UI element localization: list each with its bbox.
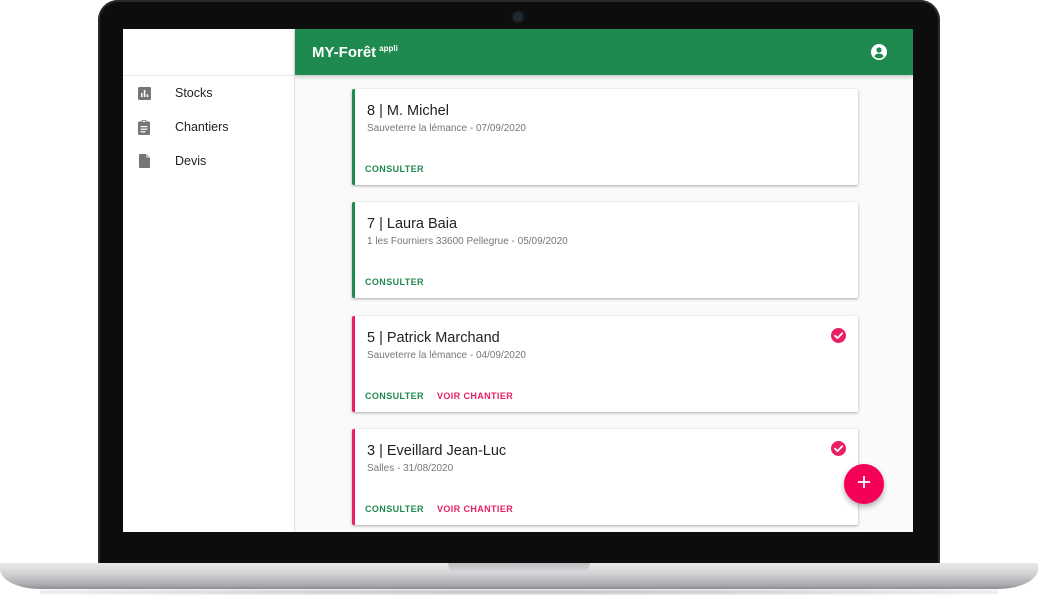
voir-chantier-button[interactable]: VOIR CHANTIER <box>437 391 513 401</box>
sidebar-header <box>123 29 294 76</box>
laptop-notch <box>448 563 590 573</box>
app-title-text: MY-Forêt <box>312 44 377 61</box>
sidebar-item-devis[interactable]: Devis <box>123 144 294 178</box>
app-title-sup: appli <box>379 44 398 53</box>
camera <box>513 12 523 22</box>
account-circle-icon[interactable] <box>871 44 887 60</box>
chantier-card: 8 | M. Michel Sauveterre la lémance - 07… <box>352 89 858 185</box>
card-title: 5 | Patrick Marchand <box>367 330 500 346</box>
sidebar-item-chantiers[interactable]: Chantiers <box>123 110 294 144</box>
document-icon <box>137 153 151 169</box>
app-bar: MY-Forêt appli <box>295 29 913 75</box>
sidebar-item-label: Devis <box>175 154 207 168</box>
sidebar-item-label: Stocks <box>175 86 213 100</box>
card-subtitle: Sauveterre la lémance - 07/09/2020 <box>367 123 526 134</box>
voir-chantier-button[interactable]: VOIR CHANTIER <box>437 504 513 514</box>
consulter-button[interactable]: CONSULTER <box>365 277 424 287</box>
app-title: MY-Forêt appli <box>312 44 398 61</box>
sidebar-item-label: Chantiers <box>175 120 229 134</box>
sidebar: Stocks Chantiers Devis <box>123 29 295 532</box>
check-circle-icon <box>831 328 846 343</box>
add-button[interactable] <box>844 464 884 504</box>
card-actions: CONSULTER VOIR CHANTIER <box>365 391 513 401</box>
chantier-card: 5 | Patrick Marchand Sauveterre la léman… <box>352 316 858 412</box>
consulter-button[interactable]: CONSULTER <box>365 164 424 174</box>
chantier-card: 7 | Laura Baia 1 les Fourniers 33600 Pel… <box>352 202 858 298</box>
card-subtitle: Salles - 31/08/2020 <box>367 463 454 474</box>
consulter-button[interactable]: CONSULTER <box>365 504 424 514</box>
laptop-shadow <box>40 589 998 595</box>
bar-chart-icon <box>137 85 151 101</box>
plus-icon <box>857 475 871 494</box>
card-actions: CONSULTER VOIR CHANTIER <box>365 504 513 514</box>
check-circle-icon <box>831 441 846 456</box>
card-title: 3 | Eveillard Jean-Luc <box>367 443 507 459</box>
card-actions: CONSULTER <box>365 164 424 174</box>
sidebar-item-stocks[interactable]: Stocks <box>123 76 294 110</box>
clipboard-icon <box>137 119 151 135</box>
consulter-button[interactable]: CONSULTER <box>365 391 424 401</box>
card-subtitle: 1 les Fourniers 33600 Pellegrue - 05/09/… <box>367 236 568 247</box>
card-title: 7 | Laura Baia <box>367 216 458 232</box>
chantier-card: 3 | Eveillard Jean-Luc Salles - 31/08/20… <box>352 429 858 525</box>
app-screen: Stocks Chantiers Devis MY-Forêt appli 8 |… <box>123 29 913 532</box>
card-title: 8 | M. Michel <box>367 103 449 119</box>
card-subtitle: Sauveterre la lémance - 04/09/2020 <box>367 350 526 361</box>
card-actions: CONSULTER <box>365 277 424 287</box>
main-content: 8 | M. Michel Sauveterre la lémance - 07… <box>295 75 913 532</box>
